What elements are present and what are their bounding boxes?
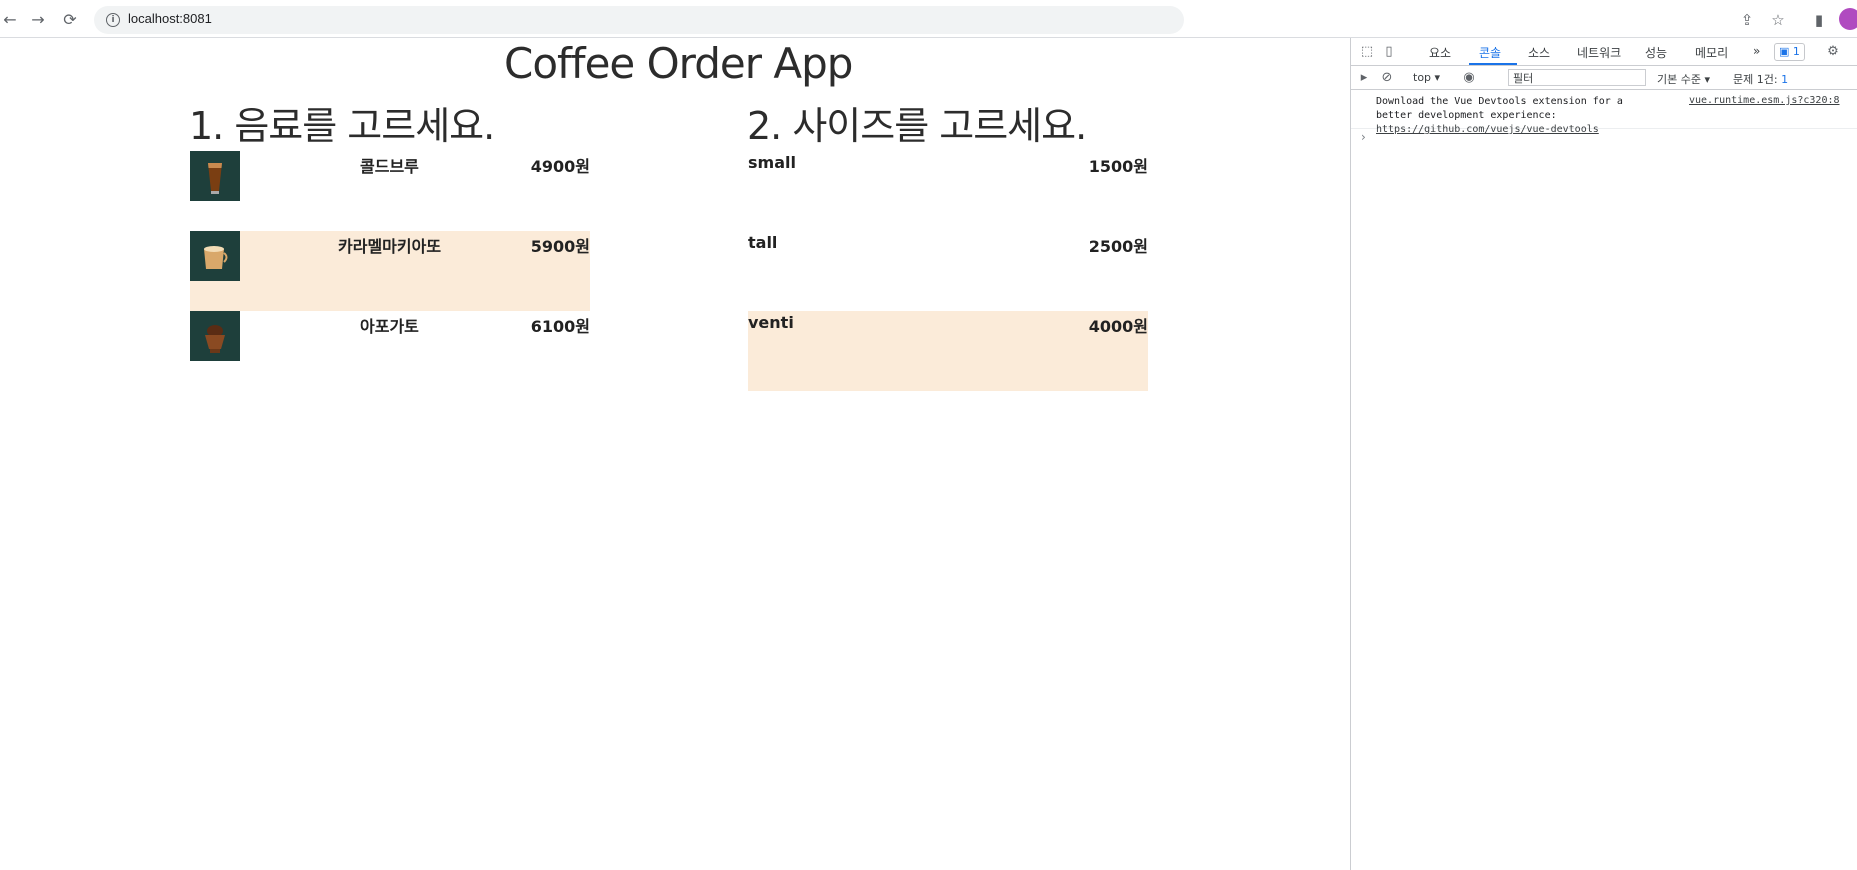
size-name: tall [748, 233, 778, 252]
star-icon[interactable]: ☆ [1768, 10, 1788, 30]
active-tab-indicator [1469, 63, 1517, 65]
caramel-macchiato-image [190, 231, 240, 281]
vue-devtools-link[interactable]: https://github.com/vuejs/vue-devtools [1376, 124, 1599, 135]
device-toolbar-icon[interactable]: ▯ [1381, 44, 1397, 60]
settings-gear-icon[interactable]: ⚙ [1825, 44, 1841, 60]
context-selector[interactable]: top ▾ [1413, 71, 1440, 84]
size-item-venti[interactable]: venti 4000원 [748, 311, 1148, 391]
info-icon[interactable]: i [106, 13, 120, 27]
message-line-2: better development experience: [1376, 110, 1557, 121]
issues-count: 1 [1781, 73, 1789, 86]
drink-item-affogato[interactable]: 아포가토 6100원 [190, 311, 590, 391]
share-icon[interactable]: ⇪ [1737, 10, 1757, 30]
size-name: venti [748, 313, 794, 332]
tab-sources[interactable]: 소스 [1528, 44, 1550, 61]
app-page: Coffee Order App 1. 음료를 고르세요. 2. 사이즈를 고르… [0, 38, 1350, 870]
drink-price: 5900원 [530, 237, 590, 256]
tab-elements[interactable]: 요소 [1429, 44, 1451, 61]
reload-icon[interactable]: ⟳ [60, 10, 80, 30]
tab-network[interactable]: 네트워크 [1577, 44, 1621, 61]
back-icon[interactable]: ← [0, 10, 20, 30]
tab-memory[interactable]: 메모리 [1695, 44, 1728, 61]
message-icon: ▣ [1779, 45, 1793, 58]
avatar[interactable] [1839, 8, 1857, 30]
console-filter-input[interactable]: 필터 [1508, 69, 1646, 86]
devtools-panel: ⬚ ▯ 요소 콘솔 소스 네트워크 성능 메모리 » ▣ 1 ⚙ ▸ ⊘ top… [1350, 38, 1857, 870]
browser-toolbar: ← → ⟳ i localhost:8081 ⇪ ☆ ▮ [0, 0, 1857, 38]
size-name: small [748, 153, 796, 172]
affogato-image [190, 311, 240, 361]
inspect-element-icon[interactable]: ⬚ [1359, 44, 1375, 60]
address-bar[interactable]: i localhost:8081 [94, 6, 1184, 34]
console-prompt[interactable]: › [1361, 130, 1366, 144]
size-price: 1500원 [1088, 157, 1148, 176]
message-line-1: Download the Vue Devtools extension for … [1376, 96, 1623, 107]
issues-text: 문제 1건: [1733, 73, 1778, 86]
size-item-tall[interactable]: tall 2500원 [748, 231, 1148, 311]
devtools-tabbar: ⬚ ▯ 요소 콘솔 소스 네트워크 성능 메모리 » ▣ 1 ⚙ [1351, 38, 1857, 66]
console-message: Download the Vue Devtools extension for … [1351, 91, 1857, 135]
tab-console[interactable]: 콘솔 [1479, 44, 1501, 61]
eye-icon[interactable]: ◉ [1461, 70, 1477, 86]
console-message-text: Download the Vue Devtools extension for … [1376, 95, 1623, 137]
console-toolbar: ▸ ⊘ top ▾ ◉ 필터 기본 수준 ▾ 문제 1건: 1 [1351, 66, 1857, 90]
clear-console-icon[interactable]: ⊘ [1379, 70, 1395, 86]
drinks-heading: 1. 음료를 고르세요. [189, 104, 495, 148]
side-panel-icon[interactable]: ▮ [1809, 10, 1829, 30]
issues-counter[interactable]: 문제 1건: 1 [1733, 71, 1788, 87]
sidebar-toggle-icon[interactable]: ▸ [1356, 70, 1372, 86]
url-text[interactable]: localhost:8081 [128, 11, 212, 26]
more-tabs-icon[interactable]: » [1753, 44, 1760, 58]
drink-name: 카라멜마키아또 [338, 237, 442, 256]
drink-price: 6100원 [530, 317, 590, 336]
size-price: 2500원 [1088, 237, 1148, 256]
drink-name: 아포가토 [360, 317, 419, 336]
size-item-small[interactable]: small 1500원 [748, 151, 1148, 231]
coldbrew-image [190, 151, 240, 201]
drink-item-coldbrew[interactable]: 콜드브루 4900원 [190, 151, 590, 231]
drink-name: 콜드브루 [360, 157, 419, 176]
page-title: Coffee Order App [504, 39, 853, 88]
forward-icon[interactable]: → [28, 10, 48, 30]
drink-item-caramel-macchiato[interactable]: 카라멜마키아또 5900원 [190, 231, 590, 311]
size-heading: 2. 사이즈를 고르세요. [747, 104, 1087, 148]
log-level-selector[interactable]: 기본 수준 ▾ [1657, 71, 1710, 87]
message-source-link[interactable]: vue.runtime.esm.js?c320:8 [1689, 95, 1840, 106]
issues-badge[interactable]: ▣ 1 [1774, 43, 1805, 61]
drink-price: 4900원 [530, 157, 590, 176]
issues-badge-count: 1 [1792, 45, 1800, 58]
size-price: 4000원 [1088, 317, 1148, 336]
tab-performance[interactable]: 성능 [1645, 44, 1667, 61]
